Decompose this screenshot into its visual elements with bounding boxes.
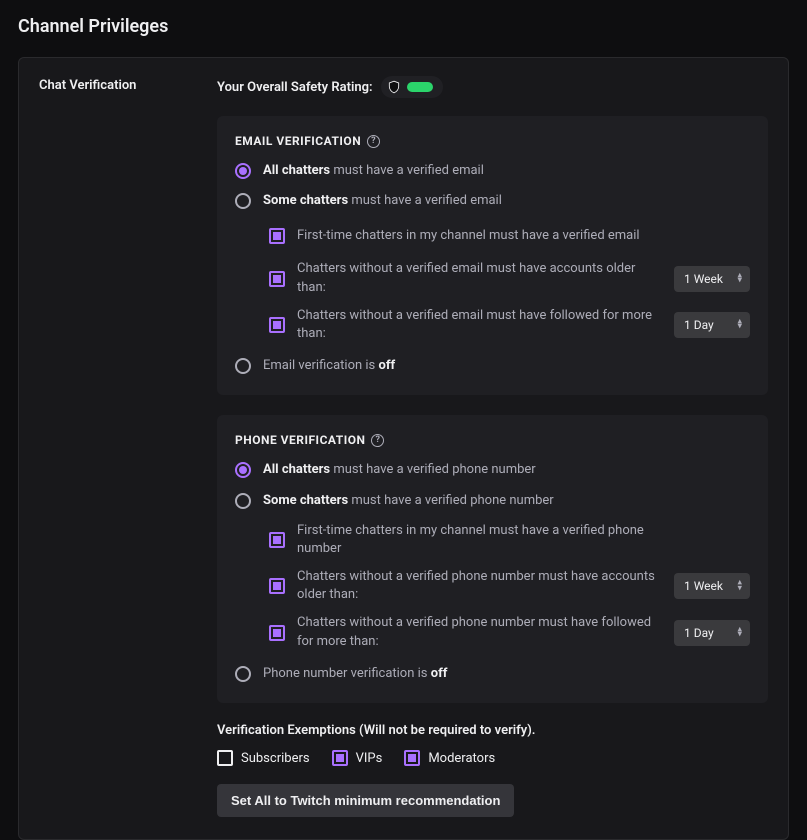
email-card-header: EMAIL VERIFICATION ? (235, 134, 750, 148)
radio-selected-icon[interactable] (235, 462, 251, 478)
email-header-text: EMAIL VERIFICATION (235, 134, 361, 148)
email-account-age-select[interactable]: 1 Week ▴▾ (674, 266, 750, 292)
phone-option-some-text: Some chatters must have a verified phone… (263, 492, 554, 510)
phone-sub2-text: Chatters without a verified phone number… (297, 568, 657, 604)
phone-verification-card: PHONE VERIFICATION ? All chatters must h… (217, 415, 768, 703)
safety-rating-row: Your Overall Safety Rating: (217, 76, 768, 98)
checkbox-icon[interactable] (332, 750, 348, 766)
phone-sub-follow-age: Chatters without a verified phone number… (269, 614, 750, 650)
email-option-all[interactable]: All chatters must have a verified email (235, 162, 750, 180)
exemption-vips[interactable]: VIPs (332, 750, 383, 766)
phone-header-text: PHONE VERIFICATION (235, 433, 365, 447)
checkbox-icon[interactable] (269, 532, 285, 548)
email-sub-first-time: First-time chatters in my channel must h… (269, 222, 750, 250)
exemption-moderators[interactable]: Moderators (404, 750, 495, 766)
checkbox-icon[interactable] (269, 625, 285, 641)
exemptions-title: Verification Exemptions (Will not be req… (217, 723, 768, 738)
panel-content: Your Overall Safety Rating: EMAIL VERIFI… (217, 76, 768, 817)
phone-card-header: PHONE VERIFICATION ? (235, 433, 750, 447)
radio-icon[interactable] (235, 666, 251, 682)
exemption-subscribers-label: Subscribers (241, 751, 310, 766)
panel-label: Chat Verification (39, 76, 189, 817)
checkbox-icon[interactable] (269, 271, 285, 287)
phone-option-off-text: Phone number verification is off (263, 665, 447, 683)
email-sub-follow-age: Chatters without a verified email must h… (269, 307, 750, 343)
email-option-some[interactable]: Some chatters must have a verified email (235, 192, 750, 210)
email-option-off-text: Email verification is off (263, 357, 395, 375)
checkbox-icon[interactable] (269, 228, 285, 244)
email-option-some-text: Some chatters must have a verified email (263, 192, 502, 210)
radio-icon[interactable] (235, 358, 251, 374)
phone-option-all-text: All chatters must have a verified phone … (263, 461, 536, 479)
phone-follow-age-select[interactable]: 1 Day ▴▾ (674, 620, 750, 646)
chevron-updown-icon: ▴▾ (737, 273, 742, 284)
phone-sub1-text: First-time chatters in my channel must h… (297, 522, 657, 558)
chevron-updown-icon: ▴▾ (737, 320, 742, 331)
phone-sub-first-time: First-time chatters in my channel must h… (269, 522, 750, 558)
email-sub-account-age: Chatters without a verified email must h… (269, 260, 750, 296)
email-follow-age-select[interactable]: 1 Day ▴▾ (674, 312, 750, 338)
help-icon[interactable]: ? (371, 434, 384, 447)
shield-icon (387, 80, 401, 94)
phone-option-all[interactable]: All chatters must have a verified phone … (235, 461, 750, 479)
exemption-subscribers[interactable]: Subscribers (217, 750, 310, 766)
email-sub3-text: Chatters without a verified email must h… (297, 307, 657, 343)
phone-option-off[interactable]: Phone number verification is off (235, 665, 750, 683)
chevron-updown-icon: ▴▾ (737, 627, 742, 638)
exemption-vips-label: VIPs (356, 751, 383, 766)
phone-sub-options: First-time chatters in my channel must h… (269, 522, 750, 651)
set-minimum-button[interactable]: Set All to Twitch minimum recommendation (217, 784, 514, 817)
safety-rating-label: Your Overall Safety Rating: (217, 80, 373, 95)
radio-icon[interactable] (235, 493, 251, 509)
safety-rating-badge (381, 76, 443, 98)
checkbox-icon[interactable] (404, 750, 420, 766)
phone-sub-account-age: Chatters without a verified phone number… (269, 568, 750, 604)
checkbox-icon[interactable] (217, 750, 233, 766)
radio-selected-icon[interactable] (235, 163, 251, 179)
exemptions-row: Subscribers VIPs Moderators (217, 750, 768, 766)
phone-option-some[interactable]: Some chatters must have a verified phone… (235, 492, 750, 510)
email-sub-options: First-time chatters in my channel must h… (269, 222, 750, 343)
phone-sub3-text: Chatters without a verified phone number… (297, 614, 657, 650)
email-option-all-text: All chatters must have a verified email (263, 162, 484, 180)
help-icon[interactable]: ? (367, 135, 380, 148)
phone-account-age-select[interactable]: 1 Week ▴▾ (674, 573, 750, 599)
checkbox-icon[interactable] (269, 317, 285, 333)
email-verification-card: EMAIL VERIFICATION ? All chatters must h… (217, 116, 768, 395)
email-sub1-text: First-time chatters in my channel must h… (297, 227, 657, 245)
safety-pill-icon (407, 82, 433, 92)
chevron-updown-icon: ▴▾ (737, 581, 742, 592)
exemption-moderators-label: Moderators (428, 751, 495, 766)
chat-verification-panel: Chat Verification Your Overall Safety Ra… (18, 57, 789, 840)
email-option-off[interactable]: Email verification is off (235, 357, 750, 375)
page-title: Channel Privileges (0, 0, 807, 57)
email-sub2-text: Chatters without a verified email must h… (297, 260, 657, 296)
checkbox-icon[interactable] (269, 578, 285, 594)
radio-icon[interactable] (235, 193, 251, 209)
